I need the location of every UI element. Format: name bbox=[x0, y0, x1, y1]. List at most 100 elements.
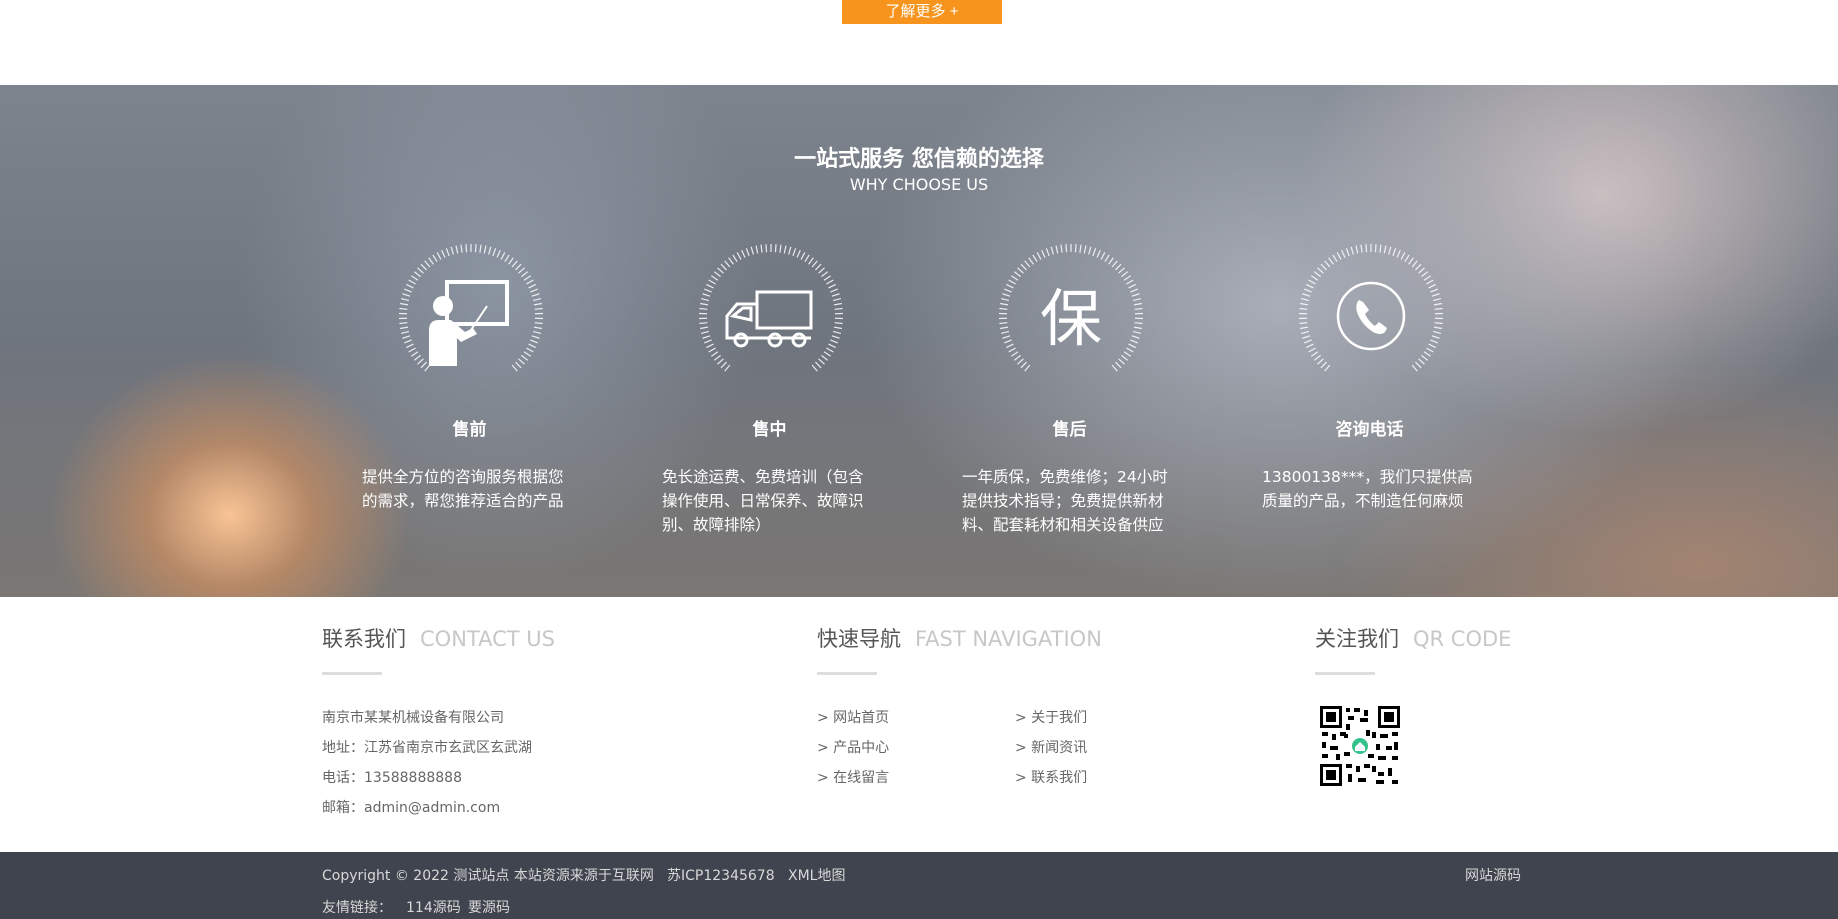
dial-tick bbox=[518, 267, 525, 274]
dial-tick bbox=[792, 248, 797, 257]
dial-tick bbox=[828, 283, 836, 289]
dial-tick bbox=[455, 245, 459, 254]
dial-tick bbox=[1306, 283, 1314, 289]
copyright-text: Copyright © 2022 测试站点 本站资源来源于互联网 bbox=[322, 868, 654, 884]
learn-more-button[interactable]: 了解更多 + bbox=[842, 0, 1002, 24]
feature-desc: 一年质保，免费维修；24小时提供技术指导；免费提供新材料、配套耗材和相关设备供应 bbox=[962, 468, 1168, 534]
dial-tick bbox=[1123, 275, 1132, 281]
dial-tick bbox=[500, 252, 506, 260]
dial-tick bbox=[833, 302, 843, 306]
nav-link-contact[interactable]: > 联系我们 bbox=[1015, 767, 1087, 787]
dial-tick bbox=[1411, 364, 1418, 372]
dial-tick bbox=[774, 244, 777, 253]
feature-desc: 13800138***，我们只提供高质量的产品，不制造任何麻烦 bbox=[1262, 468, 1473, 510]
dial-tick bbox=[1013, 271, 1021, 278]
dial-tick bbox=[1017, 267, 1024, 274]
dial-ring bbox=[1299, 244, 1443, 372]
dial-tick bbox=[1320, 263, 1327, 271]
dial-tick bbox=[1096, 249, 1101, 258]
dial-tick bbox=[1317, 267, 1324, 274]
dial-tick bbox=[1379, 244, 1382, 253]
dial-tick bbox=[460, 244, 463, 253]
dial-tick bbox=[699, 322, 708, 325]
dial-tick bbox=[834, 307, 843, 310]
dial-tick bbox=[815, 361, 822, 369]
dial-tick bbox=[833, 326, 843, 330]
qr-code-image bbox=[1320, 706, 1400, 786]
dial-tick bbox=[783, 245, 787, 254]
dial-tick bbox=[508, 257, 514, 265]
dial-tick bbox=[1088, 246, 1092, 255]
friend-link-114[interactable]: 114源码 bbox=[406, 897, 461, 917]
dial-tick bbox=[1336, 252, 1342, 260]
dial-tick bbox=[526, 279, 534, 285]
dial-tick bbox=[1008, 279, 1016, 285]
friend-link-yaoyuanma[interactable]: 要源码 bbox=[468, 897, 510, 917]
company-name: 南京市某某机械设备有限公司 bbox=[322, 710, 504, 726]
dial-tick bbox=[1400, 252, 1406, 260]
dial-tick bbox=[1128, 343, 1136, 349]
dial-tick bbox=[399, 322, 408, 325]
dial-tick bbox=[1432, 297, 1442, 302]
dial-tick bbox=[815, 263, 822, 271]
dial-tick bbox=[400, 297, 410, 302]
dial-tick bbox=[1045, 248, 1050, 257]
dial-tick bbox=[450, 246, 454, 255]
presentation-icon bbox=[429, 280, 509, 366]
nav-link-news[interactable]: > 新闻资讯 bbox=[1015, 737, 1087, 757]
dial-tick bbox=[724, 364, 731, 372]
dial-tick bbox=[1020, 263, 1027, 271]
dial-tick bbox=[788, 246, 792, 255]
dial-tick bbox=[1434, 307, 1443, 310]
dial-tick bbox=[532, 330, 542, 335]
dial-tick bbox=[1002, 293, 1011, 297]
dial-tick bbox=[800, 252, 806, 260]
nav-link-products[interactable]: > 产品中心 bbox=[817, 737, 889, 757]
dial-tick bbox=[1131, 335, 1140, 339]
feature-hotline: 咨询电话 13800138***，我们只提供高质量的产品，不制造任何麻烦 bbox=[1262, 85, 1477, 597]
dial-tick bbox=[1304, 339, 1312, 344]
dial-tick bbox=[1115, 263, 1122, 271]
dial-tick bbox=[1308, 347, 1316, 353]
dial-tick bbox=[1065, 244, 1068, 253]
dial-tick bbox=[1118, 358, 1125, 365]
dial-tick bbox=[1423, 351, 1432, 357]
dial-tick bbox=[702, 335, 711, 339]
dial-tick bbox=[706, 283, 714, 289]
dial-tick bbox=[808, 257, 814, 265]
dial-tick bbox=[1024, 260, 1031, 268]
dial-tick bbox=[1017, 358, 1024, 365]
source-link[interactable]: 网站源码 bbox=[1465, 865, 1521, 885]
dial-tick bbox=[1024, 364, 1031, 372]
dial-tick bbox=[1132, 330, 1142, 335]
dial-tick bbox=[1121, 271, 1129, 278]
dial-tick bbox=[402, 293, 411, 297]
dial-tick bbox=[404, 288, 412, 293]
nav-link-message[interactable]: > 在线留言 bbox=[817, 767, 889, 787]
dial-tick bbox=[399, 302, 409, 306]
dial-tick bbox=[1104, 254, 1110, 263]
sitemap-link[interactable]: XML地图 bbox=[788, 865, 845, 885]
dial-tick bbox=[736, 252, 742, 260]
dial-tick bbox=[1126, 279, 1134, 285]
dial-tick bbox=[402, 335, 411, 339]
dial-tick bbox=[1000, 330, 1010, 335]
icp-link[interactable]: 苏ICP12345678 bbox=[667, 865, 775, 885]
dial-tick bbox=[1133, 302, 1143, 306]
dial-tick bbox=[999, 322, 1008, 325]
heading-en: FAST NAVIGATION bbox=[915, 627, 1102, 651]
dial-tick bbox=[704, 339, 712, 344]
dial-tick bbox=[704, 288, 712, 293]
nav-link-home[interactable]: > 网站首页 bbox=[817, 707, 889, 727]
feature-title: 售前 bbox=[452, 420, 487, 440]
dial-tick bbox=[760, 244, 763, 253]
dial-tick bbox=[1300, 297, 1310, 302]
dial-tick bbox=[532, 297, 542, 302]
dial-tick bbox=[717, 267, 724, 274]
dial-tick bbox=[406, 283, 414, 289]
nav-link-about[interactable]: > 关于我们 bbox=[1015, 707, 1087, 727]
dial-tick bbox=[1055, 245, 1059, 254]
heading-en: QR CODE bbox=[1413, 627, 1512, 651]
dial-tick bbox=[699, 326, 709, 330]
section-title: 一站式服务 您信赖的选择 bbox=[794, 147, 1044, 172]
